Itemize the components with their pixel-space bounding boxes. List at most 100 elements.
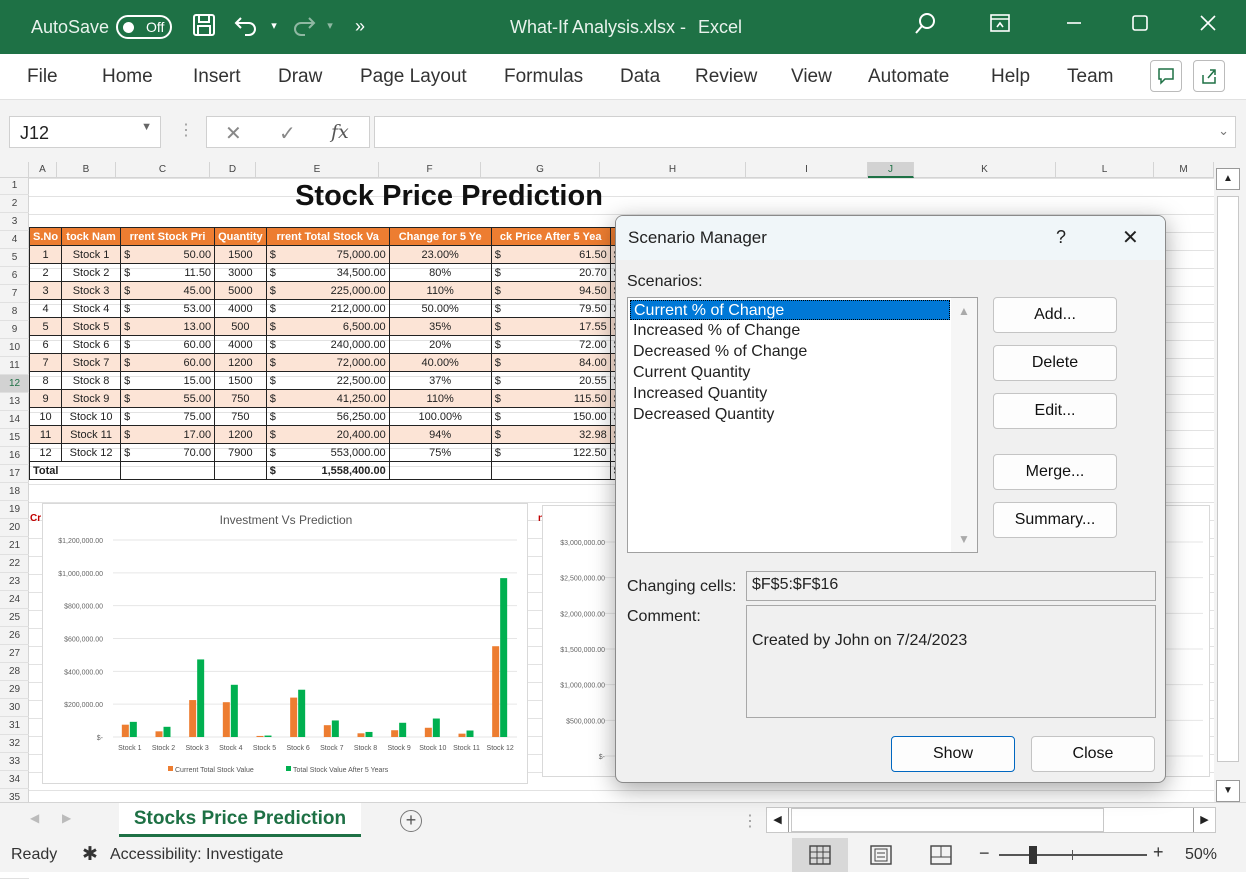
table-cell[interactable]: $11.50 xyxy=(120,263,216,282)
tab-file[interactable]: File xyxy=(27,66,58,88)
insert-function-icon[interactable]: fx xyxy=(331,121,349,143)
row-header[interactable]: 28 xyxy=(0,663,29,681)
splitter-icon[interactable]: ⋮ xyxy=(742,811,758,831)
minimize-icon[interactable] xyxy=(1060,12,1088,40)
save-icon[interactable] xyxy=(190,12,218,40)
name-box[interactable]: J12 ▼ xyxy=(9,116,161,148)
row-header[interactable]: 32 xyxy=(0,735,29,753)
table-cell[interactable]: Stock 3 xyxy=(61,281,122,300)
table-cell[interactable]: Total xyxy=(29,461,122,480)
page-layout-view-icon[interactable] xyxy=(870,845,892,870)
table-cell[interactable]: $41,250.00 xyxy=(265,389,390,408)
select-all-corner[interactable] xyxy=(0,162,29,178)
table-cell[interactable]: 11 xyxy=(29,425,63,444)
summary-button[interactable]: Summary... xyxy=(993,502,1117,538)
chevron-down-icon[interactable]: ▼ xyxy=(141,121,152,133)
tab-formulas[interactable]: Formulas xyxy=(504,66,583,88)
table-cell[interactable]: 94% xyxy=(388,425,492,444)
zoom-out-icon[interactable]: − xyxy=(979,843,990,864)
table-cell[interactable]: Stock 6 xyxy=(61,335,122,354)
table-cell[interactable]: $45.00 xyxy=(120,281,216,300)
column-header[interactable]: B xyxy=(57,162,116,178)
scroll-left-icon[interactable]: ◀ xyxy=(767,808,789,832)
row-header[interactable]: 20 xyxy=(0,519,29,537)
row-header[interactable]: 1 xyxy=(0,177,29,195)
prev-sheet-icon[interactable]: ◀ xyxy=(30,811,39,825)
tab-insert[interactable]: Insert xyxy=(193,66,241,88)
row-header[interactable]: 19 xyxy=(0,501,29,519)
comments-icon[interactable] xyxy=(1150,60,1182,92)
table-cell[interactable]: 7 xyxy=(29,353,63,372)
normal-view-icon[interactable] xyxy=(792,838,848,872)
tab-view[interactable]: View xyxy=(791,66,832,88)
row-header[interactable]: 33 xyxy=(0,753,29,771)
column-header[interactable]: F xyxy=(379,162,481,178)
vertical-scrollbar[interactable]: ▲ ▼ xyxy=(1214,162,1246,802)
row-header[interactable]: 17 xyxy=(0,465,29,483)
list-item[interactable]: Decreased % of Change xyxy=(630,342,950,362)
table-cell[interactable]: 40.00% xyxy=(388,353,492,372)
table-cell[interactable]: $6,500.00 xyxy=(265,317,390,336)
column-header[interactable]: H xyxy=(600,162,746,178)
table-cell[interactable] xyxy=(490,461,611,480)
table-cell[interactable]: $212,000.00 xyxy=(265,299,390,318)
table-cell[interactable]: 4000 xyxy=(214,335,267,354)
row-header[interactable]: 5 xyxy=(0,249,29,267)
row-header[interactable]: 3 xyxy=(0,213,29,231)
table-cell[interactable] xyxy=(388,461,492,480)
hscroll-thumb[interactable] xyxy=(791,808,1104,832)
column-header[interactable]: E xyxy=(256,162,379,178)
table-header-cell[interactable]: Change for 5 Ye xyxy=(388,227,492,246)
table-header-cell[interactable]: S.No xyxy=(29,227,63,246)
table-cell[interactable]: Stock 5 xyxy=(61,317,122,336)
table-cell[interactable]: $75,000.00 xyxy=(265,245,390,264)
list-item[interactable]: Increased % of Change xyxy=(630,321,950,341)
list-item[interactable]: Current Quantity xyxy=(630,363,950,383)
table-cell[interactable]: 750 xyxy=(214,407,267,426)
table-cell[interactable]: Stock 2 xyxy=(61,263,122,282)
column-header[interactable]: A xyxy=(29,162,57,178)
column-header[interactable]: L xyxy=(1056,162,1154,178)
table-header-cell[interactable]: tock Nam xyxy=(61,227,122,246)
accessibility-status[interactable]: Accessibility: Investigate xyxy=(110,846,283,864)
table-cell[interactable]: 20% xyxy=(388,335,492,354)
add-button[interactable]: Add... xyxy=(993,297,1117,333)
scroll-right-icon[interactable]: ▶ xyxy=(1193,808,1215,832)
table-cell[interactable]: $122.50 xyxy=(490,443,611,462)
table-cell[interactable]: 1 xyxy=(29,245,63,264)
table-cell[interactable]: 10 xyxy=(29,407,63,426)
row-header[interactable]: 18 xyxy=(0,483,29,501)
table-cell[interactable]: $53.00 xyxy=(120,299,216,318)
accessibility-icon[interactable]: ✱ xyxy=(82,843,98,866)
column-header[interactable]: K xyxy=(914,162,1056,178)
table-cell[interactable]: 110% xyxy=(388,281,492,300)
table-cell[interactable]: Stock 12 xyxy=(61,443,122,462)
scroll-up-icon[interactable]: ▲ xyxy=(958,304,970,318)
row-header[interactable]: 26 xyxy=(0,627,29,645)
investment-chart[interactable]: Investment Vs Prediction $- $200,000.00 $40… xyxy=(42,503,528,784)
table-cell[interactable]: 3 xyxy=(29,281,63,300)
table-cell[interactable]: $240,000.00 xyxy=(265,335,390,354)
table-cell[interactable]: $22,500.00 xyxy=(265,371,390,390)
help-icon[interactable]: ? xyxy=(1056,227,1066,248)
autosave-toggle[interactable]: Off xyxy=(116,15,172,39)
table-cell[interactable]: $50.00 xyxy=(120,245,216,264)
table-cell[interactable]: $32.98 xyxy=(490,425,611,444)
table-cell[interactable]: 3000 xyxy=(214,263,267,282)
table-header-cell[interactable]: ck Price After 5 Yea xyxy=(490,227,611,246)
tab-page-layout[interactable]: Page Layout xyxy=(360,66,467,88)
column-header[interactable]: D xyxy=(210,162,256,178)
undo-icon[interactable] xyxy=(232,12,260,40)
row-header[interactable]: 13 xyxy=(0,393,29,411)
table-cell[interactable]: $1,558,400.00 xyxy=(265,461,390,480)
tab-data[interactable]: Data xyxy=(620,66,660,88)
row-header[interactable]: 4 xyxy=(0,231,29,249)
expand-formula-icon[interactable]: ⌄ xyxy=(1218,123,1229,139)
zoom-slider[interactable] xyxy=(999,854,1147,856)
delete-button[interactable]: Delete xyxy=(993,345,1117,381)
more-commands-icon[interactable]: » xyxy=(346,12,374,40)
column-header-selected[interactable]: J xyxy=(868,162,914,178)
search-icon[interactable] xyxy=(912,12,940,40)
table-cell[interactable]: 1500 xyxy=(214,371,267,390)
row-header[interactable]: 31 xyxy=(0,717,29,735)
